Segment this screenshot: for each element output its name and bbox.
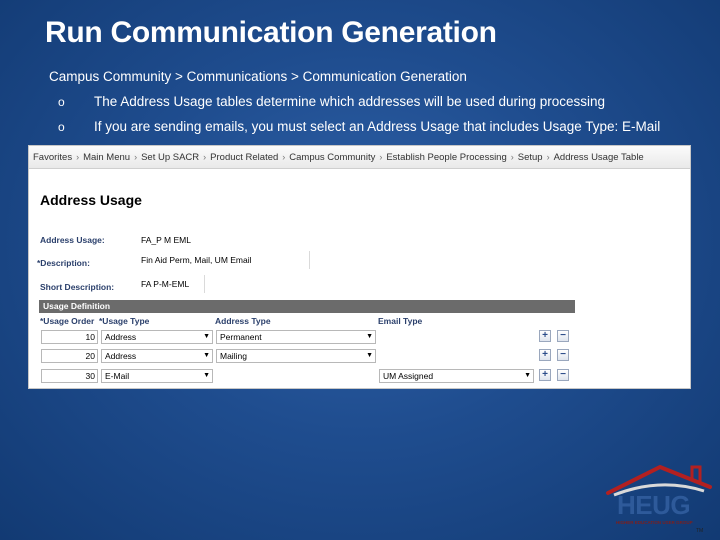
bullet-item: o If you are sending emails, you must se…	[58, 117, 660, 142]
nav-campus-community[interactable]: Campus Community	[285, 152, 379, 163]
trademark-mark: TM	[696, 528, 704, 534]
heug-logo-subtext: HIGHER EDUCATION USER GROUP	[616, 520, 693, 525]
nav-setup[interactable]: Setup	[514, 152, 547, 163]
address-usage-label: Address Usage:	[40, 235, 105, 245]
bullet-item: o The Address Usage tables determine whi…	[58, 92, 660, 117]
dropdown-arrow-icon: ▼	[366, 352, 373, 359]
usage-type-value: E-Mail	[105, 371, 130, 381]
address-type-select[interactable]: Mailing ▼	[216, 349, 376, 363]
address-type-value: Permanent	[220, 332, 262, 342]
address-type-value: Mailing	[220, 351, 247, 361]
dropdown-arrow-icon: ▼	[366, 333, 373, 340]
usage-type-value: Address	[105, 332, 137, 342]
page-title: Address Usage	[40, 192, 142, 208]
navigation-breadcrumb-bar: Favorites › Main Menu › Set Up SACR › Produ…	[29, 146, 690, 169]
email-type-select[interactable]: UM Assigned ▼	[379, 369, 534, 383]
add-row-button[interactable]: +	[539, 330, 551, 342]
field-divider	[204, 275, 205, 293]
address-type-select[interactable]: Permanent ▼	[216, 330, 376, 344]
bullet-text: If you are sending emails, you must sele…	[94, 119, 661, 134]
breadcrumb: Campus Community > Communications > Comm…	[49, 69, 467, 84]
heug-logo-text: HEUG	[617, 490, 691, 520]
nav-set-up-sacr[interactable]: Set Up SACR	[137, 152, 203, 163]
column-header-usage-order: *Usage Order	[40, 316, 95, 326]
short-description-label: Short Description:	[40, 282, 115, 292]
description-label: *Description:	[37, 258, 90, 268]
nav-main-menu[interactable]: Main Menu	[79, 152, 134, 163]
column-header-address-type: Address Type	[215, 316, 271, 326]
usage-order-input[interactable]: 30	[41, 369, 98, 383]
bullet-list: o The Address Usage tables determine whi…	[58, 92, 660, 142]
remove-row-button[interactable]: −	[557, 369, 569, 381]
bullet-text: The Address Usage tables determine which…	[94, 94, 606, 109]
column-header-usage-type: *Usage Type	[99, 316, 150, 326]
dropdown-arrow-icon: ▼	[203, 372, 210, 379]
usage-definition-header: Usage Definition	[39, 300, 575, 313]
nav-establish-people-processing[interactable]: Establish People Processing	[382, 152, 510, 163]
nav-product-related[interactable]: Product Related	[206, 152, 282, 163]
dropdown-arrow-icon: ▼	[524, 372, 531, 379]
dropdown-arrow-icon: ▼	[203, 333, 210, 340]
remove-row-button[interactable]: −	[557, 330, 569, 342]
slide-title: Run Communication Generation	[45, 16, 497, 49]
usage-order-input[interactable]: 10	[41, 330, 98, 344]
address-usage-value: FA_P M EML	[141, 235, 191, 245]
peoplesoft-screenshot: Favorites › Main Menu › Set Up SACR › Produ…	[28, 145, 691, 389]
usage-type-value: Address	[105, 351, 137, 361]
short-description-field[interactable]: FA P-M-EML	[141, 279, 189, 289]
description-field[interactable]: Fin Aid Perm, Mail, UM Email	[141, 255, 252, 265]
nav-favorites[interactable]: Favorites	[29, 152, 76, 163]
bullet-marker: o	[58, 120, 65, 134]
usage-order-input[interactable]: 20	[41, 349, 98, 363]
dropdown-arrow-icon: ▼	[203, 352, 210, 359]
email-type-value: UM Assigned	[383, 371, 434, 381]
add-row-button[interactable]: +	[539, 369, 551, 381]
field-divider	[309, 251, 310, 269]
usage-type-select[interactable]: Address ▼	[101, 330, 213, 344]
nav-address-usage-table[interactable]: Address Usage Table	[550, 152, 648, 163]
remove-row-button[interactable]: −	[557, 349, 569, 361]
usage-type-select[interactable]: E-Mail ▼	[101, 369, 213, 383]
usage-type-select[interactable]: Address ▼	[101, 349, 213, 363]
bullet-marker: o	[58, 95, 65, 109]
column-header-email-type: Email Type	[378, 316, 423, 326]
add-row-button[interactable]: +	[539, 349, 551, 361]
